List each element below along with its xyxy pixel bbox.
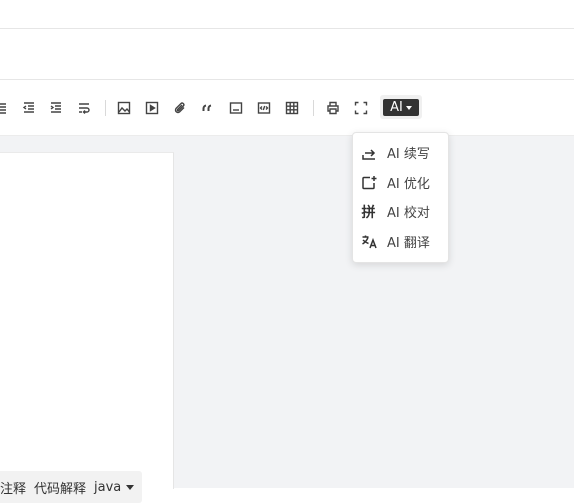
code-language-select[interactable]: java bbox=[94, 479, 135, 495]
ai-menu-item-translate[interactable]: AI 翻译 bbox=[353, 227, 448, 256]
image-icon[interactable] bbox=[115, 99, 133, 117]
ai-button-label: AI bbox=[390, 100, 403, 115]
fullscreen-icon[interactable] bbox=[352, 99, 370, 117]
code-line-icon[interactable] bbox=[227, 99, 245, 117]
caret-down-icon bbox=[126, 484, 135, 490]
align-justify-icon[interactable] bbox=[0, 99, 10, 117]
caret-down-icon bbox=[405, 105, 412, 110]
toolbar-separator bbox=[313, 100, 314, 116]
top-bar bbox=[0, 0, 574, 29]
ai-menu-item-continue[interactable]: AI 续写 bbox=[353, 138, 448, 167]
print-icon[interactable] bbox=[324, 99, 342, 117]
ai-menu-item-label: AI 优化 bbox=[387, 177, 430, 192]
code-explain-button[interactable]: 代码解释 bbox=[34, 478, 86, 497]
ai-menu-item-optimize[interactable]: AI 优化 bbox=[353, 168, 448, 197]
ai-dropdown-button[interactable]: AI bbox=[380, 95, 422, 119]
video-icon[interactable] bbox=[143, 99, 161, 117]
code-comment-button[interactable]: 注释 bbox=[0, 478, 26, 497]
toolbar-separator bbox=[105, 100, 106, 116]
translate-icon bbox=[360, 233, 377, 250]
ai-menu-item-proofread[interactable]: 拼 AI 校对 bbox=[353, 197, 448, 226]
continue-write-icon bbox=[360, 144, 377, 161]
attachment-icon[interactable] bbox=[171, 99, 189, 117]
proofread-glyph: 拼 bbox=[361, 204, 376, 221]
indent-icon[interactable] bbox=[47, 99, 65, 117]
outdent-icon[interactable] bbox=[20, 99, 38, 117]
code-block-icon[interactable] bbox=[255, 99, 273, 117]
table-icon[interactable] bbox=[283, 99, 301, 117]
ai-menu-item-label: AI 续写 bbox=[387, 147, 430, 162]
title-bar bbox=[0, 29, 574, 80]
ai-menu: AI 续写 AI 优化 拼 AI 校对 AI 翻译 bbox=[352, 132, 449, 263]
ai-menu-item-label: AI 翻译 bbox=[387, 236, 430, 251]
code-block-toolbar: 注释 代码解释 java bbox=[0, 471, 143, 503]
ai-menu-item-label: AI 校对 bbox=[387, 206, 430, 221]
line-break-icon[interactable] bbox=[75, 99, 93, 117]
document-page[interactable]: 注释 代码解释 java bbox=[0, 152, 174, 503]
code-language-label: java bbox=[94, 479, 122, 495]
proofread-icon: 拼 bbox=[360, 203, 377, 221]
quote-icon[interactable] bbox=[199, 99, 217, 117]
editor-workspace: 注释 代码解释 java bbox=[0, 136, 574, 503]
optimize-icon bbox=[360, 174, 377, 191]
editor-toolbar: AI bbox=[0, 80, 574, 136]
